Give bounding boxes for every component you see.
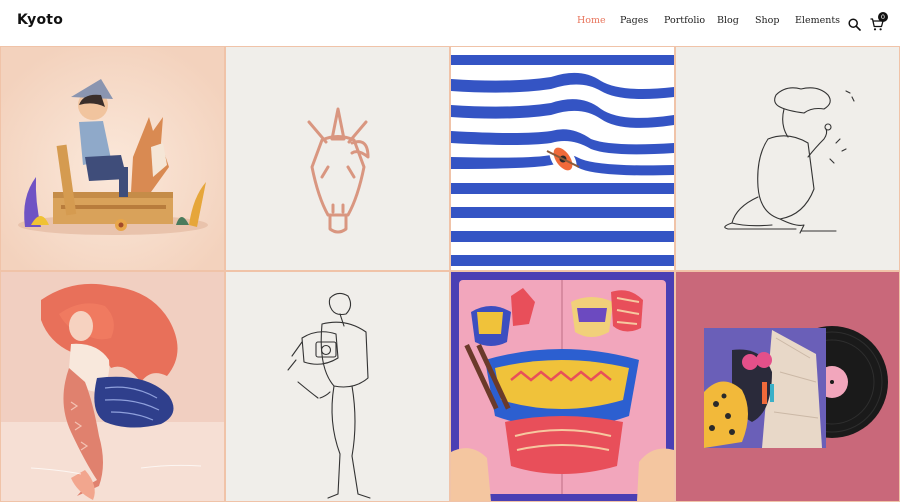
nav-home[interactable]: Home [577, 15, 606, 26]
search-icon[interactable] [848, 16, 861, 31]
cart-count-badge: 0 [878, 12, 888, 22]
nav-portfolio[interactable]: Portfolio [664, 15, 705, 26]
portfolio-item-striped-sea-boat[interactable] [451, 47, 674, 270]
portfolio-item-popup-book[interactable] [451, 272, 674, 501]
portfolio-item-unicorn-line[interactable] [226, 47, 449, 270]
nav-pages[interactable]: Pages [620, 15, 648, 26]
portfolio-item-figure-with-camera-line[interactable] [226, 272, 449, 501]
nav-shop[interactable]: Shop [755, 15, 779, 26]
portfolio-item-boy-with-dog[interactable] [1, 47, 224, 270]
site-header: Kyoto Home Pages Portfolio Blog Shop Ele… [0, 0, 900, 46]
main-nav: Home Pages Portfolio Blog Shop Elements [0, 15, 900, 31]
nav-elements[interactable]: Elements [795, 15, 840, 26]
nav-blog[interactable]: Blog [717, 15, 739, 26]
portfolio-item-mermaid[interactable] [1, 272, 224, 501]
portfolio-item-sitting-figure-line[interactable] [676, 47, 899, 270]
portfolio-item-vinyl-record[interactable] [676, 272, 899, 501]
portfolio-grid [0, 46, 900, 502]
